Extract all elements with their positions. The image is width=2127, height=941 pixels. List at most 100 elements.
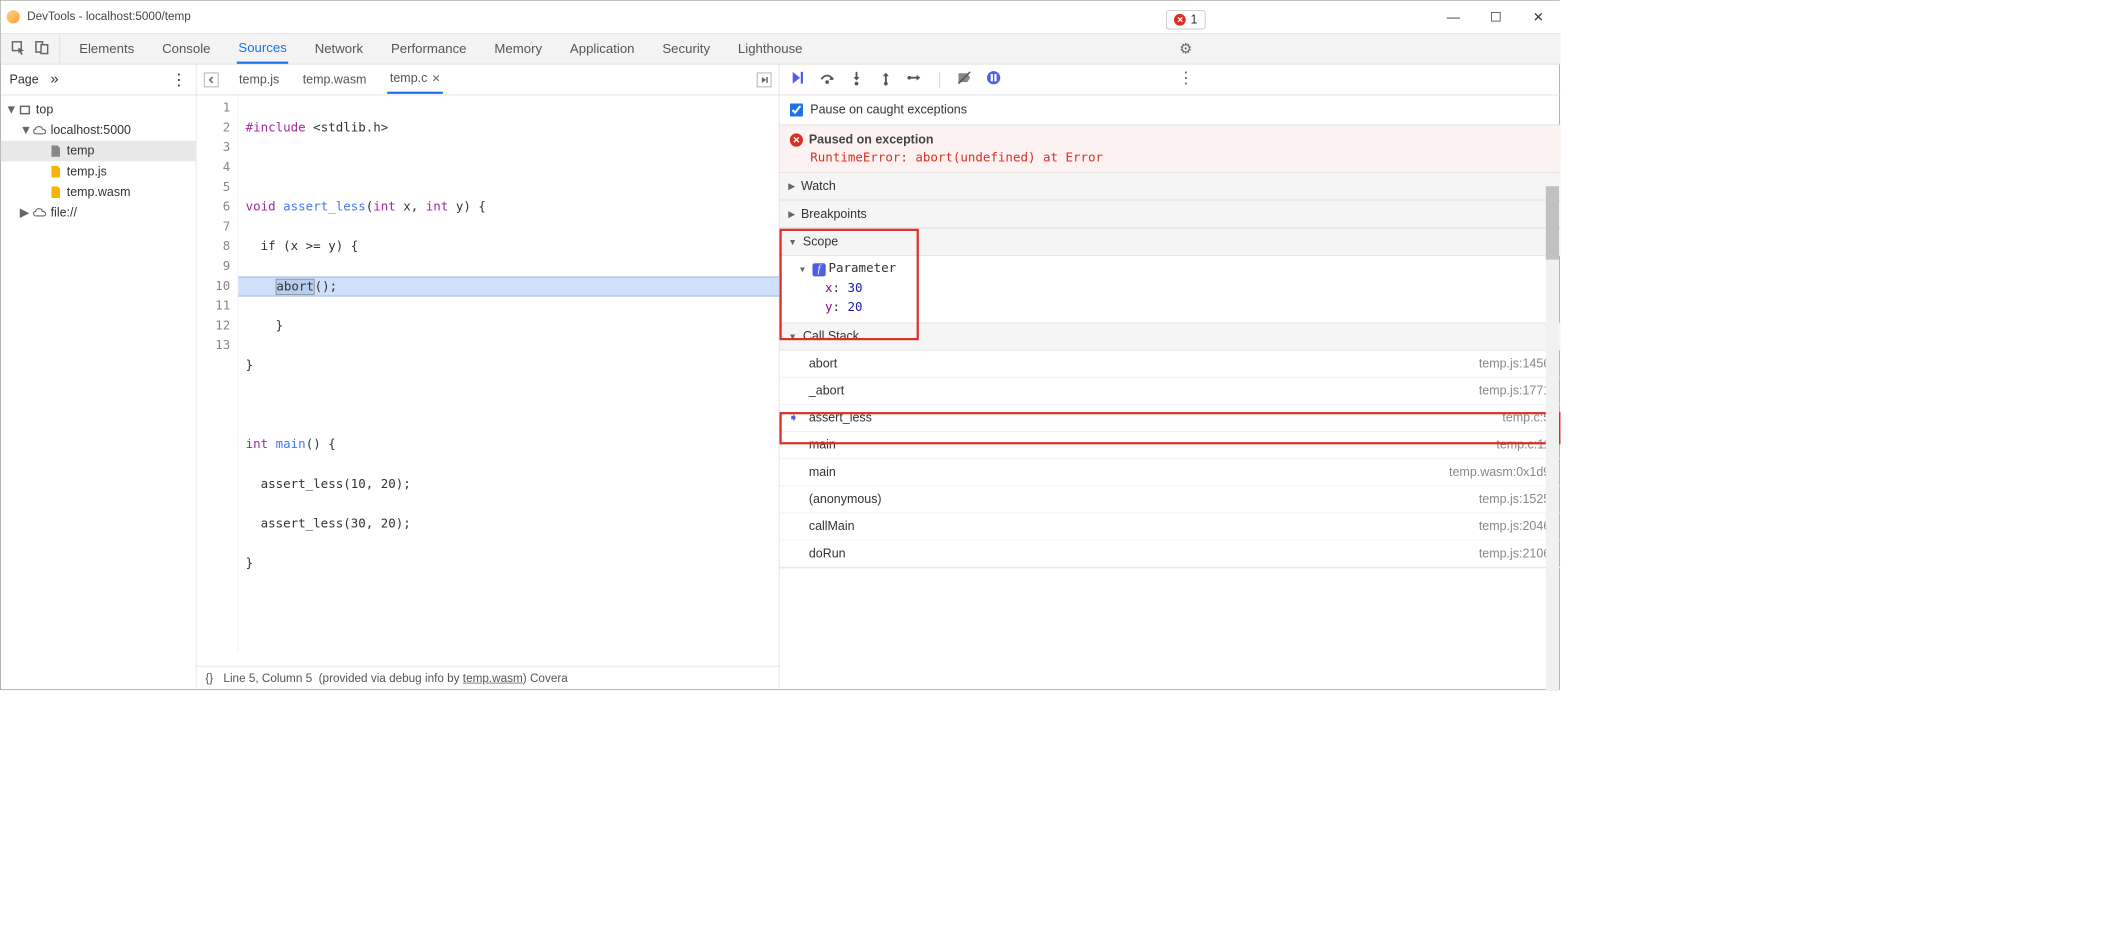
error-count: 1 — [1190, 12, 1197, 27]
tab-application[interactable]: Application — [568, 35, 636, 62]
callstack-frame[interactable]: (anonymous)temp.js:1525 — [779, 486, 1560, 513]
scrollbar-thumb[interactable] — [1546, 186, 1559, 259]
close-tab-icon[interactable]: ✕ — [432, 72, 441, 84]
callstack-frame-current[interactable]: assert_lesstemp.c:5 — [779, 405, 1560, 432]
editor-tab-label: temp.c — [390, 71, 427, 86]
inspect-icon[interactable] — [11, 40, 26, 57]
error-icon: ✕ — [790, 133, 803, 146]
callstack-frame[interactable]: doRuntemp.js:2106 — [779, 540, 1560, 567]
editor-tab-tempc[interactable]: temp.c ✕ — [387, 65, 443, 94]
editor-tab-tempjs[interactable]: temp.js — [236, 66, 282, 92]
step-out-icon[interactable] — [878, 70, 894, 90]
editor-pane: temp.js temp.wasm temp.c ✕ 12345678910111… — [197, 65, 780, 691]
tree-host[interactable]: ▼ localhost:5000 — [1, 120, 196, 141]
tree-file-tempwasm[interactable]: temp.wasm — [1, 182, 196, 203]
scope-var[interactable]: y: 20 — [800, 298, 1560, 317]
navigator-pane: Page » ⋮ ▼ top ▼ localhost:5000 temp — [1, 65, 197, 691]
editor-tab-tempwasm[interactable]: temp.wasm — [300, 66, 370, 92]
tab-memory[interactable]: Memory — [493, 35, 544, 62]
execution-line: abort(); — [238, 276, 778, 296]
deactivate-breakpoints-icon[interactable] — [956, 70, 972, 90]
tree-host-label: localhost:5000 — [51, 123, 131, 138]
callstack-section[interactable]: ▼Call Stack aborttemp.js:1456 _aborttemp… — [779, 323, 1560, 568]
line-gutter: 12345678910111213 — [197, 95, 238, 355]
tab-sources[interactable]: Sources — [237, 34, 288, 63]
section-title: Call Stack — [803, 329, 859, 344]
scope-var[interactable]: x: 30 — [800, 279, 1560, 298]
callstack-frame[interactable]: maintemp.wasm:0x1d9 — [779, 459, 1560, 486]
section-title: Scope — [803, 235, 838, 250]
section-title: Watch — [801, 179, 836, 194]
chevron-down-icon: ▼ — [20, 123, 29, 138]
step-over-icon[interactable] — [819, 70, 835, 90]
resume-icon[interactable] — [790, 70, 806, 90]
pause-on-exceptions-option[interactable]: Pause on caught exceptions — [779, 95, 1560, 124]
scope-section[interactable]: ▼ Scope ▼ f Parameter x: 30 y: 20 — [779, 229, 1560, 324]
tree-top-frame[interactable]: ▼ top — [1, 100, 196, 121]
cloud-icon — [33, 124, 46, 137]
nav-continue-icon[interactable] — [757, 72, 772, 87]
scope-group-label: Parameter — [829, 261, 897, 276]
devtools-tabbar: Elements Console Sources Network Perform… — [1, 34, 1561, 65]
tab-security[interactable]: Security — [661, 35, 712, 62]
breakpoints-section[interactable]: ▶Breakpoints — [779, 201, 1560, 229]
settings-icon[interactable]: ⚙ — [1179, 40, 1192, 58]
pretty-print-icon[interactable]: {} — [205, 672, 213, 685]
cloud-icon — [33, 206, 46, 219]
frame-icon — [20, 106, 30, 115]
cursor-position: Line 5, Column 5 — [223, 672, 312, 684]
editor-tab-label: temp.wasm — [303, 72, 367, 87]
code-editor[interactable]: 12345678910111213 #include <stdlib.h> vo… — [197, 95, 779, 666]
tab-console[interactable]: Console — [161, 35, 212, 62]
tree-file-label: temp.js — [67, 164, 107, 179]
debugger-toolbar — [779, 65, 1560, 96]
debug-source-link[interactable]: temp.wasm — [463, 672, 523, 684]
section-title: Breakpoints — [801, 207, 867, 222]
window-title: DevTools - localhost:5000/temp — [27, 10, 191, 23]
tree-file-label: temp.wasm — [67, 185, 131, 200]
tree-file-tempjs[interactable]: temp.js — [1, 161, 196, 182]
error-icon: ✕ — [1174, 14, 1186, 26]
scrollbar[interactable] — [1546, 186, 1559, 691]
step-into-icon[interactable] — [848, 70, 864, 90]
callstack-frame[interactable]: maintemp.c:11 — [779, 432, 1560, 459]
scope-group[interactable]: ▼ f Parameter — [800, 259, 1560, 279]
pause-on-exceptions-checkbox[interactable] — [790, 103, 803, 116]
exception-message: RuntimeError: abort(undefined) at Error — [790, 150, 1550, 165]
callstack-frame[interactable]: aborttemp.js:1456 — [779, 351, 1560, 378]
tab-elements[interactable]: Elements — [78, 35, 136, 62]
chevron-right-icon: ▶ — [20, 205, 29, 220]
callstack-frame[interactable]: _aborttemp.js:1771 — [779, 378, 1560, 405]
navigator-tab-page[interactable]: Page — [10, 72, 39, 87]
watch-section[interactable]: ▶ Watch — [779, 173, 1560, 201]
chevron-down-icon: ▼ — [5, 103, 14, 118]
pause-exceptions-icon[interactable] — [986, 70, 1002, 90]
tree-file-label: temp — [67, 144, 95, 159]
chevron-right-icon: ▶ — [788, 181, 795, 191]
js-file-icon — [51, 166, 60, 178]
chevron-down-icon: ▼ — [800, 265, 805, 275]
device-toggle-icon[interactable] — [34, 40, 49, 57]
code-body: #include <stdlib.h> void assert_less(int… — [238, 95, 779, 652]
tab-lighthouse[interactable]: Lighthouse — [736, 35, 804, 62]
error-counter[interactable]: ✕ 1 — [1166, 10, 1205, 29]
editor-statusbar: {} Line 5, Column 5 (provided via debug … — [197, 666, 779, 691]
tab-performance[interactable]: Performance — [389, 35, 467, 62]
callstack-frame[interactable]: callMaintemp.js:2046 — [779, 513, 1560, 540]
editor-tab-label: temp.js — [239, 72, 279, 87]
debugger-pane: Pause on caught exceptions ✕ Paused on ex… — [779, 65, 1560, 691]
exception-banner: ✕ Paused on exception RuntimeError: abort… — [779, 125, 1560, 173]
function-icon: f — [812, 263, 825, 276]
file-icon — [51, 145, 60, 157]
step-icon[interactable] — [907, 70, 923, 90]
tree-file-protocol[interactable]: ▶ file:// — [1, 202, 196, 223]
tree-top-label: top — [36, 103, 53, 118]
devtools-icon — [7, 10, 20, 23]
tree-file-temp[interactable]: temp — [1, 141, 196, 162]
navigator-more-tabs-icon[interactable]: » — [50, 71, 58, 88]
navigator-menu-icon[interactable]: ⋮ — [171, 70, 187, 89]
pause-on-exceptions-label: Pause on caught exceptions — [810, 103, 967, 118]
tab-network[interactable]: Network — [313, 35, 364, 62]
exception-title: Paused on exception — [809, 133, 934, 148]
nav-back-icon[interactable] — [204, 72, 219, 87]
